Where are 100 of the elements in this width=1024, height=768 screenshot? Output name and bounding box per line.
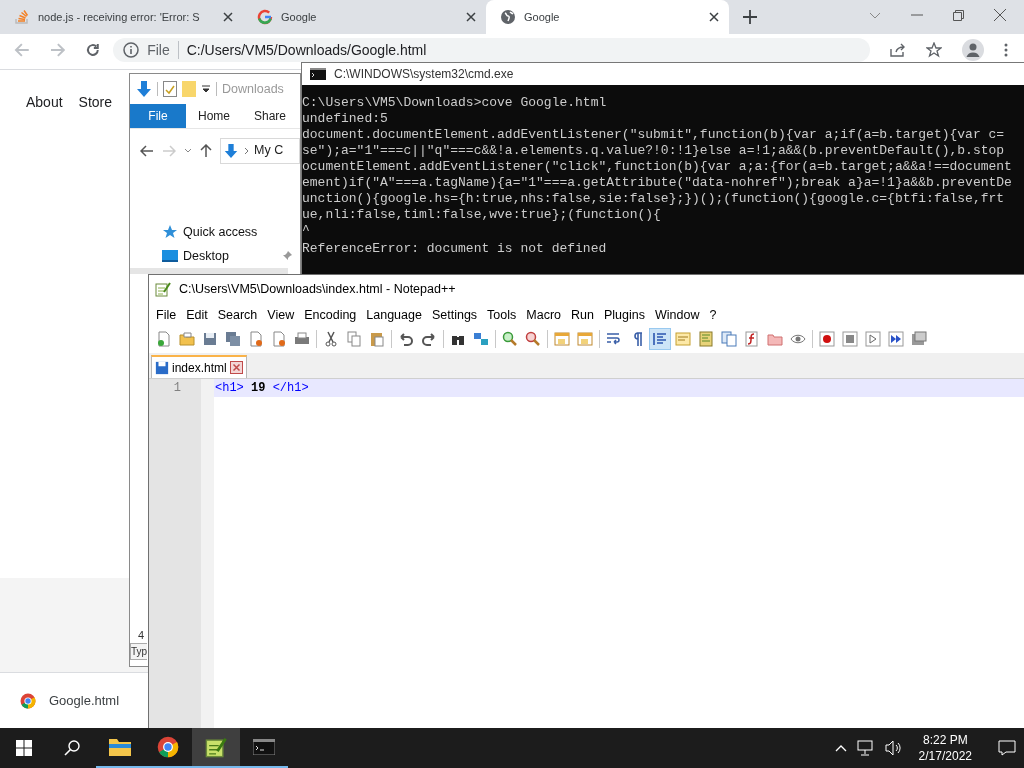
- copy-icon: [346, 331, 362, 347]
- floppy-icon: [155, 360, 169, 375]
- close-file-icon: [248, 331, 264, 347]
- wrap-icon: [606, 331, 622, 347]
- console-line: ement)if("A"===a.tagName){a="1"===a.getAttribute("data-nohref");break a}a=!1}a&&b.preventDe: [302, 175, 1013, 191]
- indent-guide-icon: [652, 331, 668, 347]
- stop-icon: [842, 331, 858, 347]
- page-link[interactable]: Store: [78, 92, 113, 113]
- menu-item[interactable]: Search: [212, 305, 263, 325]
- network-icon[interactable]: [856, 740, 875, 756]
- folder-icon: [182, 81, 196, 97]
- share-icon[interactable]: [890, 43, 906, 57]
- menu-item[interactable]: Plugins: [598, 305, 650, 325]
- close-icon[interactable]: [223, 12, 233, 22]
- download-arrow-icon: [136, 80, 152, 98]
- nav-item[interactable]: Quick access: [183, 222, 258, 242]
- back-arrow-icon[interactable]: [140, 144, 154, 157]
- chrome-logo-icon: [20, 692, 36, 709]
- maximize-icon[interactable]: [953, 9, 964, 21]
- clipboard-icon: [369, 331, 385, 347]
- close-icon[interactable]: [229, 361, 243, 374]
- menu-item[interactable]: File: [151, 305, 182, 325]
- toolbar-button[interactable]: [885, 328, 907, 350]
- toolbar-button[interactable]: [816, 328, 838, 350]
- console-line: ^: [302, 223, 311, 239]
- zoom-out-icon: [525, 331, 541, 347]
- notification-icon[interactable]: [998, 740, 1016, 756]
- undo-icon: [398, 331, 414, 347]
- fast-forward-icon: [888, 331, 904, 347]
- stack-icon: [14, 9, 30, 25]
- console-icon: [310, 68, 326, 80]
- address-field[interactable]: My C: [220, 137, 300, 164]
- window-title: C:\WINDOWS\system32\cmd.exe: [334, 66, 514, 83]
- page-icon: [675, 331, 691, 347]
- close-icon[interactable]: [709, 12, 719, 22]
- menu-icon[interactable]: [1004, 43, 1008, 57]
- record-icon: [819, 331, 835, 347]
- folder-icon: [109, 738, 131, 756]
- file-tab[interactable]: index.html: [151, 355, 247, 378]
- zoom-in-icon: [502, 331, 518, 347]
- column-header: Typ: [130, 643, 148, 660]
- search-icon: [64, 740, 80, 756]
- menu-item[interactable]: Window: [649, 305, 705, 325]
- dropdown-icon[interactable]: [201, 84, 211, 94]
- scissors-icon: [323, 331, 339, 347]
- page-link[interactable]: About: [26, 92, 63, 113]
- console-line: ue,nli:false,timl:false,wve:true};(function(){: [302, 207, 662, 223]
- profile-icon[interactable]: [962, 39, 984, 61]
- menu-item[interactable]: Encoding: [299, 305, 362, 325]
- menu-item[interactable]: Tools: [482, 305, 522, 325]
- volume-icon[interactable]: [884, 740, 903, 756]
- menu-item[interactable]: Settings: [426, 305, 483, 325]
- plus-icon[interactable]: [743, 10, 757, 24]
- taskbar-app[interactable]: [192, 728, 240, 768]
- browser-tab[interactable]: Google: [486, 0, 729, 34]
- printer-icon: [294, 331, 310, 347]
- windows-logo-icon: [16, 740, 32, 756]
- menu-item[interactable]: Language: [361, 305, 427, 325]
- info-icon: [123, 42, 140, 58]
- menu-item[interactable]: Macro: [521, 305, 567, 325]
- notepad-icon: [205, 736, 227, 758]
- clock[interactable]: 8:22 PM 2/17/2022: [912, 732, 978, 764]
- up-arrow-icon[interactable]: [200, 143, 212, 158]
- console-icon: [253, 739, 275, 755]
- map-icon: [698, 331, 714, 347]
- ribbon-tab[interactable]: File: [130, 104, 186, 128]
- play-icon: [865, 331, 881, 347]
- caret-up-icon[interactable]: [834, 744, 847, 752]
- window-title: C:\Users\VM5\Downloads\index.html - Notepad++: [179, 280, 456, 298]
- properties-icon: [163, 81, 177, 97]
- windows-icon: [577, 331, 593, 347]
- replace-icon: [473, 331, 489, 347]
- notepad-icon: [155, 281, 171, 297]
- redo-icon: [421, 331, 437, 347]
- chrome-logo-icon: [157, 736, 179, 758]
- floppies-icon: [225, 331, 241, 347]
- menu-item[interactable]: Edit: [181, 305, 213, 325]
- desktop-icon: [162, 249, 178, 263]
- reload-icon[interactable]: [85, 42, 102, 58]
- new-file-icon: [156, 331, 172, 347]
- close-icon[interactable]: [466, 12, 476, 22]
- save-macro-icon: [911, 331, 927, 347]
- address-bar[interactable]: File C:/Users/VM5/Downloads/Google.html: [113, 38, 870, 62]
- console-line: se");a="1"===c||"q"===c&&!a.elements.q.value?!0:!1}else a=!1;a&&(b.preventDefault(),b.stop: [302, 143, 1006, 159]
- star-icon[interactable]: [926, 42, 942, 58]
- download-file[interactable]: Google.html: [49, 690, 120, 711]
- error-message: ReferenceError: document is not defined: [302, 241, 608, 256]
- menu-item[interactable]: ?: [704, 305, 722, 325]
- line-number: 1: [172, 380, 182, 397]
- nav-item[interactable]: Desktop: [183, 246, 229, 266]
- console-line: undefined:5: [302, 111, 389, 127]
- menu-item[interactable]: View: [262, 305, 300, 325]
- console-line: ocumentElement.addEventListener("click",function(b){var a;a:{for(a=b.target;a&&a!==document: [302, 159, 1013, 175]
- chevron-icon[interactable]: [184, 147, 192, 154]
- close-files-icon: [271, 331, 287, 347]
- close-icon[interactable]: [994, 9, 1006, 21]
- console-line: document.documentElement.addEventListener("submit",function(b){var a;if(a=b.target){var c=: [302, 127, 1006, 143]
- menu-item[interactable]: Run: [566, 305, 599, 325]
- chevron-icon: [244, 146, 249, 155]
- chevron-icon[interactable]: [869, 11, 881, 19]
